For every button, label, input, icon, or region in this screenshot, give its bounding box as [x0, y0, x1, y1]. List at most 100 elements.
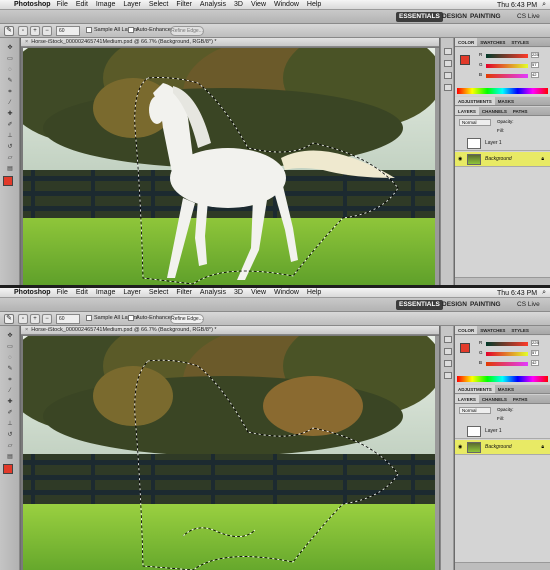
workspace-design[interactable]: DESIGN [439, 300, 470, 310]
green-slider[interactable]: G 57 [479, 62, 539, 68]
subtract-selection-icon[interactable]: − [42, 314, 52, 324]
healing-tool-icon[interactable]: ✚ [3, 398, 17, 407]
menu-file[interactable]: File [57, 289, 68, 296]
red-slider[interactable]: R 225 [479, 52, 539, 58]
actions-panel-icon[interactable] [444, 60, 452, 67]
character-panel-icon[interactable] [444, 360, 452, 367]
blue-slider[interactable]: B 42 [479, 72, 539, 78]
blue-value[interactable]: 42 [531, 72, 539, 78]
paragraph-panel-icon[interactable] [444, 372, 452, 379]
close-icon[interactable]: × [25, 327, 28, 333]
refine-edge-button[interactable]: Refine Edge... [170, 26, 204, 36]
menu-edit[interactable]: Edit [76, 289, 88, 296]
auto-enhance-checkbox[interactable]: Auto-Enhance [128, 315, 171, 321]
cs-live-button[interactable]: CS Live [514, 12, 543, 22]
menu-image[interactable]: Image [96, 289, 115, 296]
marquee-tool-icon[interactable]: ▭ [3, 343, 17, 352]
workspace-painting[interactable]: PAINTING [467, 300, 504, 310]
tab-channels[interactable]: CHANNELS [479, 107, 510, 115]
menu-edit[interactable]: Edit [76, 1, 88, 8]
new-selection-icon[interactable]: ▫ [18, 26, 28, 36]
menu-image[interactable]: Image [96, 1, 115, 8]
quick-selection-tool-icon[interactable]: ✎ [3, 77, 17, 86]
marquee-tool-icon[interactable]: ▭ [3, 55, 17, 64]
tab-channels[interactable]: CHANNELS [479, 395, 510, 403]
image-canvas[interactable] [23, 48, 436, 285]
foreground-color-swatch[interactable] [3, 176, 13, 186]
tab-styles[interactable]: STYLES [508, 326, 532, 334]
add-to-selection-icon[interactable]: + [30, 26, 40, 36]
tab-styles[interactable]: STYLES [508, 38, 532, 46]
subtract-selection-icon[interactable]: − [42, 26, 52, 36]
menu-view[interactable]: View [251, 1, 266, 8]
gradient-tool-icon[interactable]: ▤ [3, 453, 17, 462]
move-tool-icon[interactable]: ✥ [3, 332, 17, 341]
eraser-tool-icon[interactable]: ▱ [3, 154, 17, 163]
green-value[interactable]: 57 [531, 350, 539, 356]
vertical-scrollbar[interactable] [435, 336, 439, 570]
menu-filter[interactable]: Filter [176, 289, 192, 296]
tab-adjustments[interactable]: ADJUSTMENTS [455, 97, 495, 105]
stamp-tool-icon[interactable]: ⊥ [3, 132, 17, 141]
brush-size-picker[interactable]: 60 [56, 26, 80, 36]
gradient-tool-icon[interactable]: ▤ [3, 165, 17, 174]
brush-tool-icon[interactable]: ✐ [3, 121, 17, 130]
tab-masks[interactable]: MASKS [495, 385, 517, 393]
blue-slider[interactable]: B 42 [479, 360, 539, 366]
workspace-design[interactable]: DESIGN [439, 12, 470, 22]
quick-selection-icon[interactable]: ✎ [4, 314, 14, 324]
history-brush-icon[interactable]: ↺ [3, 431, 17, 440]
lasso-icon[interactable]: ◌ [3, 66, 17, 75]
menu-app-name[interactable]: Photoshop [14, 1, 51, 8]
blend-mode-select[interactable]: Normal [459, 119, 491, 126]
menu-layer[interactable]: Layer [123, 1, 141, 8]
eye-icon[interactable]: ◉ [458, 157, 463, 162]
new-selection-icon[interactable]: ▫ [18, 314, 28, 324]
refine-edge-button[interactable]: Refine Edge... [170, 314, 204, 324]
tab-paths[interactable]: PATHS [510, 107, 531, 115]
layer-row[interactable]: Layer 1 [455, 136, 550, 151]
image-canvas[interactable] [23, 336, 436, 570]
tab-color[interactable]: COLOR [455, 326, 478, 334]
layer-row-selected[interactable]: ◉ Background 🔒︎ [455, 152, 550, 167]
menu-help[interactable]: Help [307, 1, 321, 8]
workspace-essentials[interactable]: ESSENTIALS [396, 12, 443, 22]
menu-file[interactable]: File [57, 1, 68, 8]
green-slider[interactable]: G 57 [479, 350, 539, 356]
menu-3d[interactable]: 3D [234, 1, 243, 8]
cs-live-button[interactable]: CS Live [514, 300, 543, 310]
crop-tool-icon[interactable]: ⌗ [3, 376, 17, 385]
actions-panel-icon[interactable] [444, 348, 452, 355]
magnifier-icon[interactable]: ⌕ [542, 1, 546, 9]
menu-view[interactable]: View [251, 289, 266, 296]
blue-value[interactable]: 42 [531, 360, 539, 366]
layer-row-selected[interactable]: ◉ Background 🔒︎ [455, 440, 550, 455]
menu-analysis[interactable]: Analysis [200, 1, 226, 8]
document-tab[interactable]: × Horse-iStock_000002465741Medium.psd @ 6… [21, 38, 439, 47]
eyedropper-tool-icon[interactable]: ⁄ [3, 387, 17, 396]
tab-swatches[interactable]: SWATCHES [477, 326, 508, 334]
tab-adjustments[interactable]: ADJUSTMENTS [455, 385, 495, 393]
menu-window[interactable]: Window [274, 1, 299, 8]
menu-filter[interactable]: Filter [176, 1, 192, 8]
close-icon[interactable]: × [25, 39, 28, 45]
auto-enhance-checkbox[interactable]: Auto-Enhance [128, 27, 171, 33]
tab-masks[interactable]: MASKS [495, 97, 517, 105]
color-spectrum[interactable] [457, 88, 548, 94]
brush-size-picker[interactable]: 60 [56, 314, 80, 324]
quick-selection-icon[interactable]: ✎ [4, 26, 14, 36]
blend-mode-select[interactable]: Normal [459, 407, 491, 414]
menu-window[interactable]: Window [274, 289, 299, 296]
quick-selection-tool-icon[interactable]: ✎ [3, 365, 17, 374]
menu-select[interactable]: Select [149, 1, 168, 8]
menu-clock[interactable]: Thu 6:43 PM [497, 2, 537, 9]
history-panel-icon[interactable] [444, 48, 452, 55]
workspace-essentials[interactable]: ESSENTIALS [396, 300, 443, 310]
menu-3d[interactable]: 3D [234, 289, 243, 296]
tab-layers[interactable]: LAYERS [455, 395, 479, 403]
eyedropper-tool-icon[interactable]: ⁄ [3, 99, 17, 108]
character-panel-icon[interactable] [444, 72, 452, 79]
vertical-scrollbar[interactable] [435, 48, 439, 285]
menu-select[interactable]: Select [149, 289, 168, 296]
stamp-tool-icon[interactable]: ⊥ [3, 420, 17, 429]
